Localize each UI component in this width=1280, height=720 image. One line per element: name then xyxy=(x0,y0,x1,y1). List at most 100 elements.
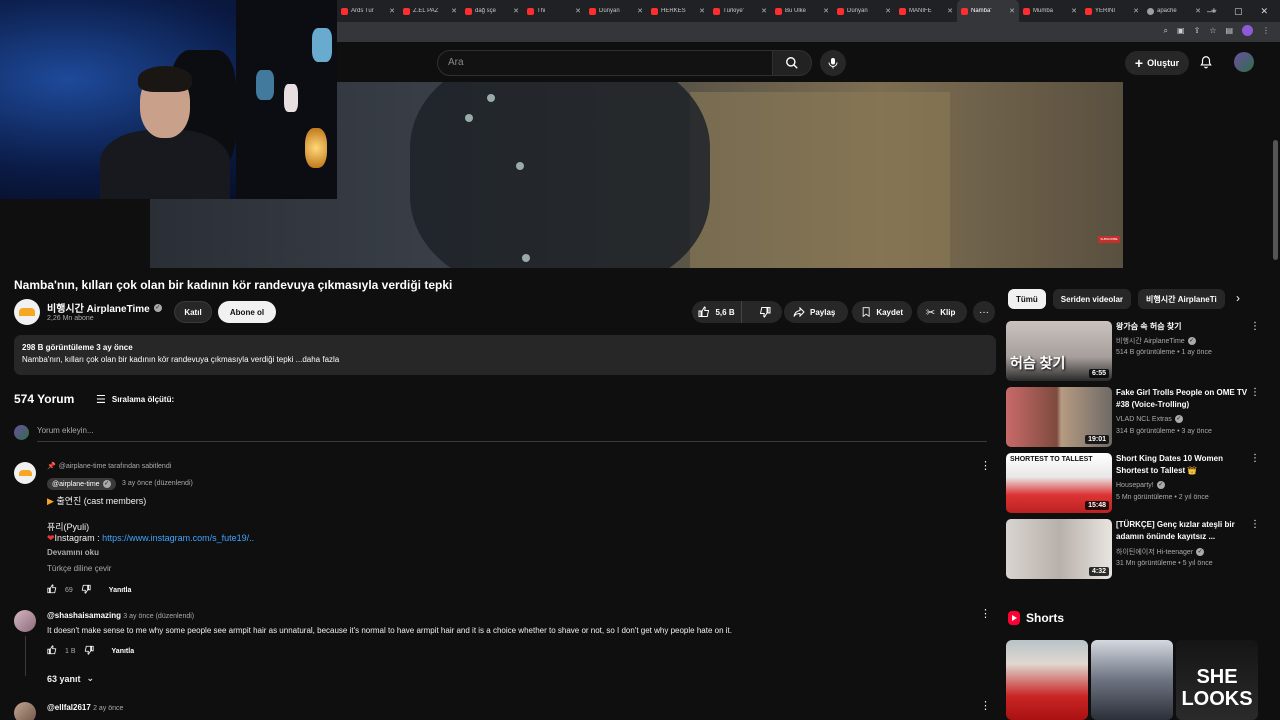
browser-tab[interactable]: HERKES ✕ xyxy=(647,0,709,22)
comment-menu-icon[interactable]: ⋮ xyxy=(980,459,991,472)
browser-tab-active[interactable]: Namba' ✕ xyxy=(957,0,1019,22)
recommended-video[interactable]: 4:32 [TÜRKÇE] Genç kızlar ateşli bir ada… xyxy=(1006,519,1266,581)
reply-button[interactable]: Yanıtla xyxy=(109,587,132,594)
dislike-button[interactable] xyxy=(747,301,782,323)
short-thumbnail[interactable]: SHE LOOKS xyxy=(1176,640,1258,720)
close-tab-icon[interactable]: ✕ xyxy=(389,7,395,15)
search-input[interactable]: Ara xyxy=(437,50,773,76)
more-actions-button[interactable]: ··· xyxy=(973,301,995,323)
video-thumbnail[interactable]: 4:32 xyxy=(1006,519,1112,579)
translate-button[interactable]: Türkçe diline çevir xyxy=(47,564,111,573)
browser-tab[interactable]: YERİNİ ✕ xyxy=(1081,0,1143,22)
browser-profile-avatar[interactable] xyxy=(1242,25,1253,36)
comment-author[interactable]: @ellfal2617 2 ay önce xyxy=(47,703,123,712)
video-thumbnail[interactable]: SHORTEST TO TALLEST 15:48 xyxy=(1006,453,1112,513)
comment-like-button[interactable] xyxy=(47,584,57,596)
channel-avatar[interactable] xyxy=(14,299,40,325)
comment-author[interactable]: @airplane-time ✓ xyxy=(47,478,116,490)
close-tab-icon[interactable]: ✕ xyxy=(1195,7,1201,15)
cast-icon[interactable]: ▣ xyxy=(1177,26,1185,35)
save-button[interactable]: Kaydet xyxy=(852,301,912,323)
close-tab-icon[interactable]: ✕ xyxy=(1009,7,1015,15)
close-tab-icon[interactable]: ✕ xyxy=(1133,7,1139,15)
browser-tab[interactable]: Z.EL PAZ ✕ xyxy=(399,0,461,22)
video-menu-icon[interactable]: ⋮ xyxy=(1250,453,1260,464)
reply-button[interactable]: Yanıtla xyxy=(112,648,135,655)
comment-avatar[interactable] xyxy=(14,702,36,720)
video-title[interactable]: 왕가슴 속 허슴 찾기 xyxy=(1116,321,1248,333)
browser-menu-icon[interactable]: ⋮ xyxy=(1262,26,1270,35)
short-thumbnail[interactable] xyxy=(1091,640,1173,720)
comment-dislike-button[interactable] xyxy=(84,645,94,657)
instagram-link[interactable]: https://www.instagram.com/s_fute19/.. xyxy=(102,533,254,543)
video-title[interactable]: Short King Dates 10 Women Shortest to Ta… xyxy=(1116,453,1248,477)
channel-name[interactable]: 비행시간 AirplaneTime ✓ xyxy=(47,300,162,315)
video-channel[interactable]: 하이틴에이저 Hi-teenager ✓ xyxy=(1116,547,1205,557)
bookmark-star-icon[interactable]: ☆ xyxy=(1209,26,1216,35)
comment-like-button[interactable] xyxy=(47,645,57,657)
close-tab-icon[interactable]: ✕ xyxy=(451,7,457,15)
share-button[interactable]: Paylaş xyxy=(784,301,848,323)
close-tab-icon[interactable]: ✕ xyxy=(1071,7,1077,15)
close-tab-icon[interactable]: ✕ xyxy=(513,7,519,15)
video-title[interactable]: Fake Girl Trolls People on OME TV #38 (V… xyxy=(1116,387,1248,411)
browser-tab[interactable]: Thi ✕ xyxy=(523,0,585,22)
comment-author[interactable]: @shashaisamazing 3 ay önce (düzenlendi) xyxy=(47,611,194,620)
browser-tab[interactable]: Dünyan ✕ xyxy=(585,0,647,22)
video-menu-icon[interactable]: ⋮ xyxy=(1250,321,1260,332)
video-thumbnail[interactable]: 허슴 찾기 6:55 xyxy=(1006,321,1112,381)
video-thumbnail[interactable]: 19:01 xyxy=(1006,387,1112,447)
search-button[interactable] xyxy=(772,50,812,76)
show-replies-button[interactable]: 63 yanıt ⌄ xyxy=(47,673,94,684)
video-channel[interactable]: VLAD NCL Extras ✓ xyxy=(1116,415,1183,423)
browser-tab[interactable]: MANIFE ✕ xyxy=(895,0,957,22)
add-comment-input[interactable]: Yorum ekleyin... xyxy=(37,426,987,442)
close-tab-icon[interactable]: ✕ xyxy=(761,7,767,15)
account-avatar[interactable] xyxy=(1234,52,1254,72)
maximize-button[interactable]: ▢ xyxy=(1234,6,1243,17)
zoom-icon[interactable]: ⌕ xyxy=(1164,26,1168,36)
comment-dislike-button[interactable] xyxy=(81,584,91,596)
close-tab-icon[interactable]: ✕ xyxy=(699,7,705,15)
minimize-button[interactable]: — xyxy=(1207,6,1216,16)
notifications-button[interactable] xyxy=(1199,54,1213,75)
create-button[interactable]: + Oluştur xyxy=(1125,51,1189,75)
close-tab-icon[interactable]: ✕ xyxy=(885,7,891,15)
browser-tab[interactable]: Ards Tur ✕ xyxy=(337,0,399,22)
video-channel[interactable]: 비행시간 AirplaneTime ✓ xyxy=(1116,336,1196,346)
video-menu-icon[interactable]: ⋮ xyxy=(1250,519,1260,530)
join-button[interactable]: Katıl xyxy=(174,301,212,323)
chip-all[interactable]: Tümü xyxy=(1008,289,1046,309)
comment-menu-icon[interactable]: ⋮ xyxy=(980,607,991,620)
browser-tab[interactable]: dağ sçe ✕ xyxy=(461,0,523,22)
browser-tab[interactable]: apache ✕ xyxy=(1143,0,1205,22)
close-tab-icon[interactable]: ✕ xyxy=(637,7,643,15)
chevron-right-icon[interactable]: › xyxy=(1236,291,1240,305)
subscribe-button[interactable]: Abone ol xyxy=(218,301,276,323)
recommended-video[interactable]: 19:01 Fake Girl Trolls People on OME TV … xyxy=(1006,387,1266,449)
video-menu-icon[interactable]: ⋮ xyxy=(1250,387,1260,398)
chip-channel[interactable]: 비행시간 AirplaneTi xyxy=(1138,289,1225,309)
page-scrollbar[interactable] xyxy=(1273,140,1278,260)
description-box[interactable]: 298 B görüntüleme 3 ay önce Namba'nın, k… xyxy=(14,335,996,375)
read-more-button[interactable]: Devamını oku xyxy=(47,548,99,557)
short-thumbnail[interactable] xyxy=(1006,640,1088,720)
browser-tab[interactable]: Türkiye' ✕ xyxy=(709,0,771,22)
voice-search-button[interactable] xyxy=(820,50,846,76)
close-tab-icon[interactable]: ✕ xyxy=(823,7,829,15)
sort-comments-button[interactable]: ☰ Sıralama ölçütü: xyxy=(96,393,174,406)
browser-tab[interactable]: Mumba ✕ xyxy=(1019,0,1081,22)
comment-avatar[interactable] xyxy=(14,610,36,632)
close-tab-icon[interactable]: ✕ xyxy=(947,7,953,15)
comment-avatar[interactable] xyxy=(14,462,36,484)
chip-series[interactable]: Seriden videolar xyxy=(1052,289,1132,309)
extensions-icon[interactable]: ▤ xyxy=(1225,26,1233,35)
close-tab-icon[interactable]: ✕ xyxy=(575,7,581,15)
browser-tab[interactable]: Dünyan ✕ xyxy=(833,0,895,22)
like-button[interactable]: 5,6 B xyxy=(692,301,743,323)
share-page-icon[interactable]: ⇪ xyxy=(1194,26,1201,35)
video-title[interactable]: [TÜRKÇE] Genç kızlar ateşli bir adamın ö… xyxy=(1116,519,1248,543)
video-channel[interactable]: Houseparty! ✓ xyxy=(1116,481,1165,489)
comment-menu-icon[interactable]: ⋮ xyxy=(980,699,991,712)
recommended-video[interactable]: 허슴 찾기 6:55 왕가슴 속 허슴 찾기 비행시간 AirplaneTime ✓… xyxy=(1006,321,1266,383)
